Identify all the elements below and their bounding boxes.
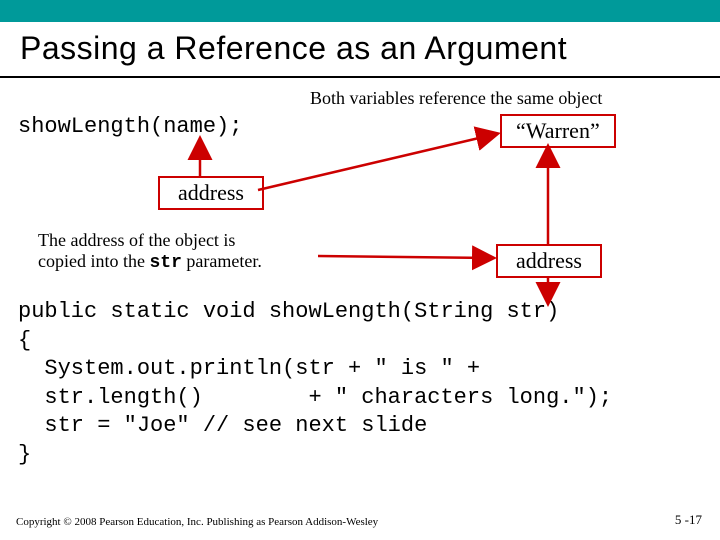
- slide-body: Passing a Reference as an Argument Both …: [0, 22, 720, 540]
- title-underline: [0, 76, 720, 78]
- slide-number: 5 -17: [675, 512, 702, 528]
- code-close: }: [18, 442, 31, 467]
- address-copy-explain: The address of the object is copied into…: [38, 230, 318, 273]
- code-l1: System.out.println(str + " is " +: [18, 356, 480, 381]
- addr-explain-line2b: parameter.: [182, 251, 262, 271]
- code-l3: str = "Joe" // see next slide: [18, 413, 427, 438]
- method-code: public static void showLength(String str…: [18, 298, 612, 470]
- copyright-line: Copyright © 2008 Pearson Education, Inc.…: [16, 516, 378, 528]
- code-open: {: [18, 328, 31, 353]
- object-value-box: “Warren”: [500, 114, 616, 148]
- code-l2: str.length() + " characters long.");: [18, 385, 612, 410]
- code-sig: public static void showLength(String str…: [18, 299, 559, 324]
- accent-bar: [0, 0, 720, 22]
- str-address-box: address: [496, 244, 602, 278]
- addr-explain-str: str: [149, 253, 181, 273]
- name-address-box: address: [158, 176, 264, 210]
- slide-title: Passing a Reference as an Argument: [20, 30, 567, 67]
- call-expression: showLength(name);: [18, 114, 242, 139]
- both-variables-note: Both variables reference the same object: [310, 88, 602, 109]
- addr-explain-line2a: copied into the: [38, 251, 149, 271]
- addr-explain-line1: The address of the object is: [38, 230, 235, 250]
